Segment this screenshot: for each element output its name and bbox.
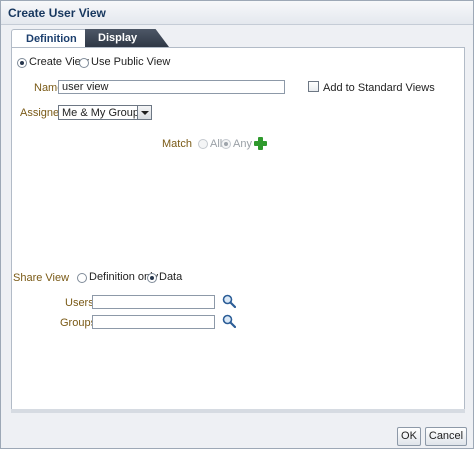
- assignee-select[interactable]: Me & My Group: [58, 105, 152, 120]
- create-user-view-dialog: Create User View Definition Display Crea…: [0, 0, 474, 449]
- ok-button[interactable]: OK: [397, 427, 421, 446]
- match-any-radio: [221, 139, 231, 149]
- cancel-button[interactable]: Cancel: [425, 427, 467, 446]
- definition-panel: Create View Use Public View Name Add to …: [11, 47, 465, 411]
- dialog-titlebar: Create User View: [1, 1, 473, 25]
- dialog-title: Create User View: [8, 6, 106, 20]
- add-to-standard-views-checkbox[interactable]: [308, 81, 319, 92]
- groups-label: Groups: [60, 317, 97, 329]
- share-data-radio[interactable]: [147, 273, 157, 283]
- add-to-standard-views-label[interactable]: Add to Standard Views: [323, 82, 435, 94]
- create-view-radio[interactable]: [17, 58, 27, 68]
- use-public-view-label[interactable]: Use Public View: [91, 56, 170, 68]
- users-input[interactable]: [92, 295, 215, 309]
- share-view-label: Share View: [13, 272, 70, 284]
- groups-input[interactable]: [92, 315, 215, 329]
- match-any-label: Any: [233, 138, 252, 150]
- match-all-radio: [198, 139, 208, 149]
- tab-display[interactable]: Display: [85, 29, 169, 47]
- chevron-down-icon[interactable]: [137, 106, 151, 119]
- add-icon[interactable]: [254, 137, 267, 150]
- tab-definition[interactable]: Definition: [11, 29, 89, 47]
- use-public-view-radio[interactable]: [79, 58, 89, 68]
- users-label: Users: [65, 297, 94, 309]
- search-icon[interactable]: [222, 314, 236, 328]
- share-data-label[interactable]: Data: [159, 271, 182, 283]
- name-input[interactable]: [58, 80, 285, 94]
- match-label: Match: [162, 138, 192, 150]
- assignee-selected-value: Me & My Group: [62, 107, 140, 119]
- share-definition-only-radio[interactable]: [77, 273, 87, 283]
- panel-bottom-edge: [11, 409, 465, 413]
- search-icon[interactable]: [222, 294, 236, 308]
- tab-strip: Definition Display: [11, 29, 465, 47]
